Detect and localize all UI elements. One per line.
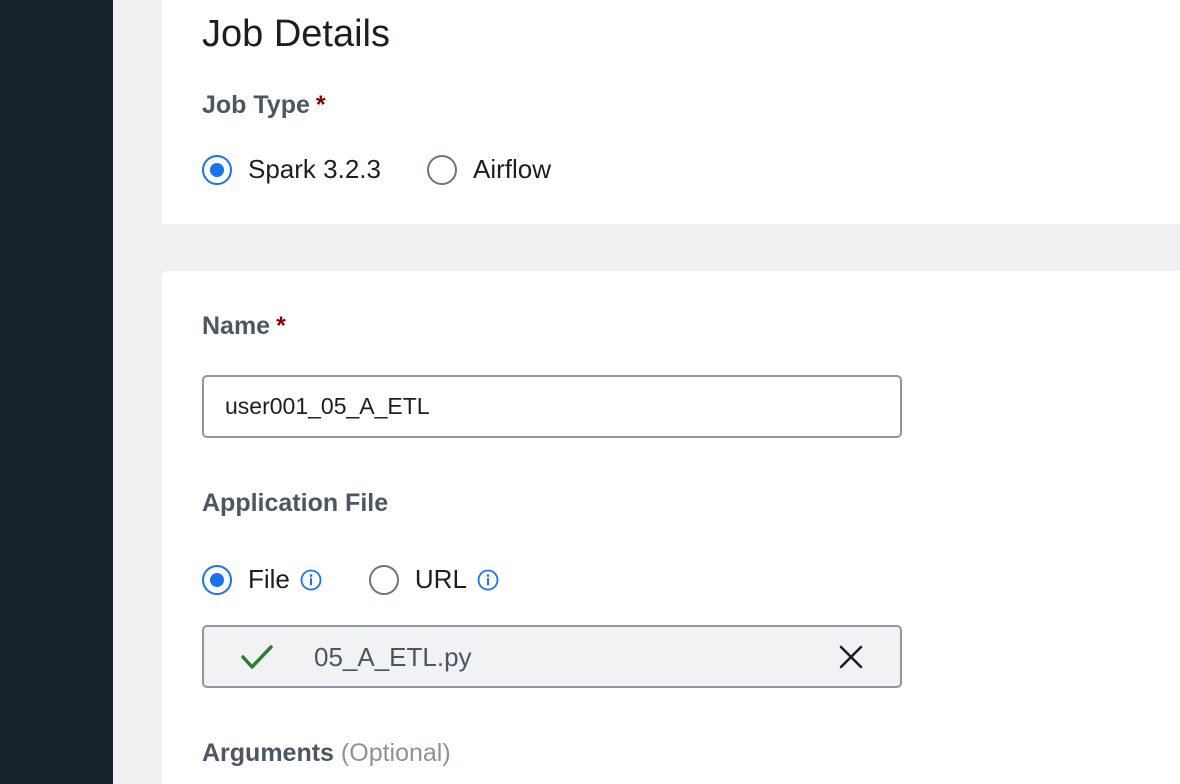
- job-type-option-airflow[interactable]: Airflow: [426, 154, 551, 185]
- uploaded-file-item: 05_A_ETL.py: [202, 625, 902, 688]
- file-label: File: [248, 564, 290, 594]
- airflow-label: Airflow: [472, 154, 551, 184]
- job-type-label: Job Type *: [202, 90, 326, 120]
- sidebar: [0, 0, 113, 784]
- required-mark: *: [315, 91, 326, 119]
- info-icon[interactable]: [477, 569, 499, 591]
- arguments-label: Arguments (Optional): [202, 738, 451, 768]
- application-file-option-file[interactable]: File: [202, 564, 322, 595]
- info-icon[interactable]: [300, 569, 322, 591]
- file-radio[interactable]: [202, 564, 232, 595]
- checkmark-icon: [241, 645, 273, 669]
- uploaded-file-name: 05_A_ETL.py: [314, 642, 472, 672]
- url-radio[interactable]: [368, 564, 399, 595]
- name-label-text: Name: [202, 312, 271, 340]
- job-type-label-text: Job Type: [202, 91, 310, 119]
- spark-radio[interactable]: [202, 154, 232, 185]
- optional-hint: (Optional): [340, 739, 451, 767]
- page-title: Job Details: [202, 13, 390, 55]
- airflow-radio[interactable]: [426, 154, 457, 185]
- job-config-card: [162, 271, 1180, 784]
- name-label: Name *: [202, 311, 286, 341]
- arguments-label-text: Arguments: [202, 739, 334, 767]
- application-file-radio-group: File URL: [202, 564, 499, 595]
- url-label: URL: [414, 564, 467, 594]
- close-icon[interactable]: [838, 644, 864, 670]
- spark-label: Spark 3.2.3: [248, 154, 381, 184]
- job-type-option-spark[interactable]: Spark 3.2.3: [202, 154, 381, 185]
- required-mark: *: [276, 312, 286, 340]
- job-type-radio-group: Spark 3.2.3 Airflow: [202, 154, 551, 185]
- application-file-label: Application File: [202, 489, 389, 517]
- job-name-input[interactable]: [202, 375, 902, 438]
- application-file-option-url[interactable]: URL: [368, 564, 499, 595]
